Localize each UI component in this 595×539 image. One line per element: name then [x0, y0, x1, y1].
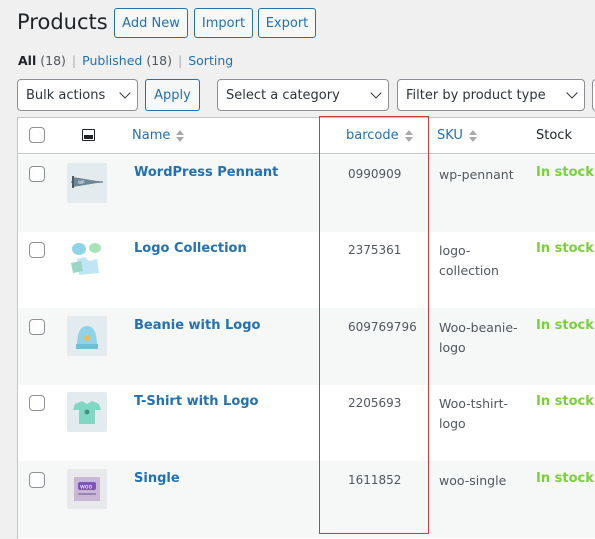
image-column-icon	[82, 129, 95, 141]
filter-published-link[interactable]: Published	[82, 53, 142, 68]
column-name-label: Name	[132, 128, 171, 143]
filter-separator: |	[178, 53, 183, 68]
column-name-header[interactable]: Name	[132, 128, 185, 143]
sku-value: Woo-beanie-logo	[439, 320, 518, 355]
column-sku-label: SKU	[437, 128, 463, 143]
table-row: T-Shirt with Logo 2205693 Woo-tshirt-log…	[18, 384, 595, 461]
category-filter-select[interactable]: Select a category	[217, 79, 389, 111]
table-row: woo Single 1611852 woo-single In stock	[18, 461, 595, 538]
table-header: Name barcode SKU Stock	[18, 118, 595, 154]
product-type-filter-value: Filter by product type	[406, 87, 546, 103]
bulk-actions-select[interactable]: Bulk actions	[17, 79, 138, 111]
category-filter-value: Select a category	[226, 87, 340, 103]
products-table: Name barcode SKU Stock WP WordPress Penn…	[17, 117, 595, 539]
chevron-down-icon	[119, 87, 131, 99]
beanie-icon[interactable]	[67, 316, 107, 356]
table-row: WP WordPress Pennant 0990909 wp-pennant …	[18, 155, 595, 232]
row-checkbox[interactable]	[29, 395, 45, 411]
filter-all-label[interactable]: All	[18, 53, 36, 68]
sku-value: logo-collection	[439, 243, 499, 278]
bulk-actions-value: Bulk actions	[26, 87, 106, 103]
clothing-collection-icon[interactable]	[67, 239, 107, 279]
page-title: Products	[17, 10, 108, 34]
sort-icon	[176, 129, 185, 143]
status-filter-links: All (18) | Published (18) | Sorting	[18, 53, 233, 68]
table-row: Beanie with Logo 609769796 Woo-beanie-lo…	[18, 308, 595, 385]
pennant-icon[interactable]: WP	[67, 163, 107, 203]
product-name-link[interactable]: Beanie with Logo	[134, 318, 260, 333]
column-sku-header[interactable]: SKU	[437, 128, 477, 143]
select-all-checkbox[interactable]	[29, 127, 45, 143]
product-name-link[interactable]: WordPress Pennant	[134, 165, 278, 180]
product-name-link[interactable]: T-Shirt with Logo	[134, 394, 259, 409]
product-name-link[interactable]: Logo Collection	[134, 241, 247, 256]
table-row: Logo Collection 2375361 logo-collection …	[18, 231, 595, 308]
apply-button[interactable]: Apply	[145, 79, 200, 111]
filter-published-count: (18)	[146, 53, 172, 68]
chevron-down-icon	[370, 87, 382, 99]
sku-value: wp-pennant	[439, 167, 514, 182]
product-type-filter-select[interactable]: Filter by product type	[397, 79, 585, 111]
barcode-column-highlight	[319, 116, 429, 534]
filter-all-count: (18)	[40, 53, 66, 68]
row-checkbox[interactable]	[29, 242, 45, 258]
filter-separator: |	[71, 53, 77, 68]
row-checkbox[interactable]	[29, 472, 45, 488]
stock-status: In stock	[536, 318, 594, 333]
row-checkbox[interactable]	[29, 166, 45, 182]
stock-status: In stock	[536, 241, 594, 256]
column-stock-header: Stock	[536, 128, 572, 143]
stock-status: In stock	[536, 165, 594, 180]
tshirt-icon[interactable]	[67, 392, 107, 432]
stock-status: In stock	[536, 471, 594, 486]
sku-value: woo-single	[439, 473, 507, 488]
svg-text:woo: woo	[80, 484, 93, 491]
sort-icon	[468, 129, 477, 143]
import-button[interactable]: Import	[194, 8, 253, 38]
svg-text:WP: WP	[78, 180, 85, 185]
chevron-down-icon	[566, 87, 578, 99]
stock-status: In stock	[536, 394, 594, 409]
row-checkbox[interactable]	[29, 319, 45, 335]
add-new-button[interactable]: Add New	[114, 8, 188, 38]
album-icon[interactable]: woo	[67, 469, 107, 509]
filter-sorting-link[interactable]: Sorting	[188, 53, 233, 68]
sku-value: Woo-tshirt-logo	[439, 396, 509, 431]
export-button[interactable]: Export	[258, 8, 316, 38]
product-name-link[interactable]: Single	[134, 471, 180, 486]
